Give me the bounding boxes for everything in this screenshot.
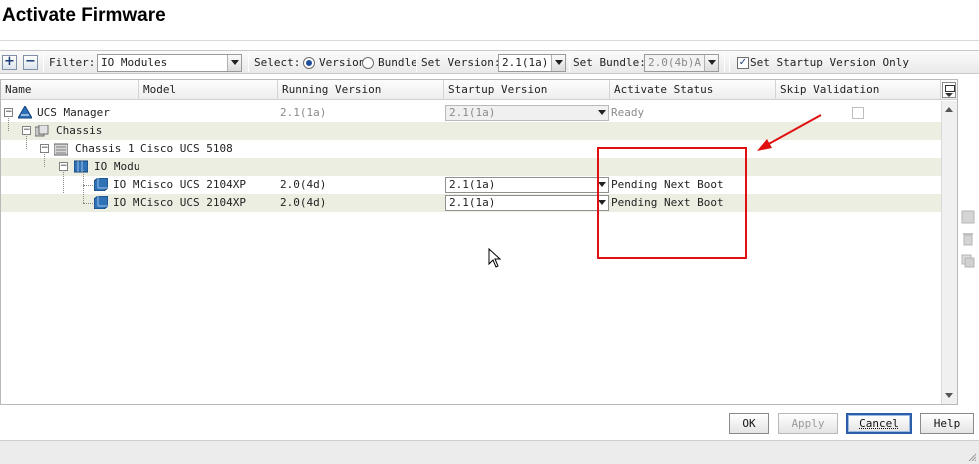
startup-only-label: Set Startup Version Only — [750, 56, 909, 69]
column-header-model[interactable]: Model — [139, 80, 278, 100]
chevron-down-icon — [596, 106, 608, 120]
table-row[interactable]: − IO Modul — [1, 152, 941, 176]
select-label: Select: — [254, 56, 301, 69]
bundle-radio-label: Bundle — [378, 56, 418, 69]
chevron-down-icon — [704, 55, 718, 71]
bundle-radio[interactable] — [362, 57, 374, 69]
tree-connector — [26, 134, 27, 149]
filter-select[interactable]: IO Modules — [97, 54, 242, 72]
apply-button[interactable]: Apply — [778, 413, 838, 434]
tree-connector — [83, 170, 84, 185]
scroll-up-icon[interactable] — [945, 107, 953, 112]
set-version-label: Set Version: — [421, 56, 501, 69]
row-model: Cisco UCS 2104XP — [140, 196, 246, 209]
annotation-arrow-icon — [757, 114, 822, 151]
set-version-value: 2.1(1a) — [502, 56, 549, 69]
resize-grip-icon[interactable] — [967, 452, 977, 462]
tree-connector — [83, 185, 84, 203]
column-header-name[interactable]: Name — [1, 80, 139, 100]
ok-button[interactable]: OK — [729, 413, 769, 434]
startup-only-checkbox[interactable]: ✓ — [737, 57, 749, 69]
row-name: IO M — [113, 196, 139, 209]
cancel-button-label: Cancel — [859, 417, 899, 430]
startup-version-select[interactable]: 2.1(1a) — [445, 177, 609, 193]
mouse-cursor-icon — [488, 248, 502, 268]
table-row[interactable]: IO M Cisco UCS 2104XP 2.0(4d) 2.1(1a) Pe… — [1, 170, 941, 203]
row-running-version: 2.1(1a) — [280, 106, 327, 119]
startup-version-select[interactable]: 2.1(1a) — [445, 195, 609, 211]
table-header: Name Model Running Version Startup Versi… — [1, 80, 957, 100]
filter-value: IO Modules — [101, 56, 168, 69]
toolbar-divider — [416, 54, 417, 72]
help-button[interactable]: Help — [920, 413, 974, 434]
toolbar-divider — [43, 54, 44, 72]
toolbar-divider — [248, 54, 249, 72]
row-running-version: 2.0(4d) — [280, 196, 327, 209]
properties-icon[interactable] — [961, 210, 975, 224]
title-divider — [0, 40, 979, 41]
row-running-version: 2.0(4d) — [280, 178, 327, 191]
table-row[interactable]: IO M Cisco UCS 2104XP 2.0(4d) 2.1(1a) Pe… — [1, 185, 941, 212]
column-header-activate-status[interactable]: Activate Status — [610, 80, 776, 100]
cancel-button[interactable]: Cancel — [846, 413, 912, 434]
chevron-down-icon — [551, 55, 565, 71]
row-name: UCS Manager — [37, 106, 110, 119]
ucs-manager-icon — [18, 106, 32, 119]
set-bundle-select[interactable]: 2.0(4b)A — [644, 54, 719, 72]
tree-connector — [83, 203, 93, 204]
window-title: Activate Firmware — [2, 5, 166, 26]
row-name: Chassis — [56, 124, 103, 137]
chassis-icon — [54, 143, 68, 156]
tree-connector — [44, 152, 45, 167]
skip-validation-checkbox[interactable] — [852, 107, 864, 119]
toolbar-divider — [724, 54, 725, 72]
startup-version-value: 2.1(1a) — [449, 178, 496, 191]
remove-button[interactable]: − — [23, 55, 38, 70]
status-bar — [0, 440, 979, 464]
startup-version-value: 2.1(1a) — [449, 106, 496, 119]
toolbar: + − Filter: IO Modules Select: Version B… — [0, 50, 979, 74]
column-header-running-version[interactable]: Running Version — [278, 80, 444, 100]
io-module-icon — [94, 178, 108, 191]
set-version-select[interactable]: 2.1(1a) — [498, 54, 566, 72]
set-bundle-label: Set Bundle: — [573, 56, 646, 69]
filter-label: Filter: — [49, 56, 96, 69]
column-header-startup-version[interactable]: Startup Version — [444, 80, 610, 100]
tree-connector — [8, 116, 9, 131]
trash-icon[interactable] — [961, 232, 975, 246]
copy-icon[interactable] — [961, 254, 975, 268]
column-chooser-icon[interactable] — [942, 82, 956, 98]
chassis-folder-icon — [35, 125, 49, 137]
io-module-icon — [94, 196, 108, 209]
row-name: IO M — [113, 178, 139, 191]
tree-connector — [83, 185, 93, 186]
set-bundle-value: 2.0(4b)A — [648, 56, 701, 69]
toolbar-divider — [729, 54, 730, 72]
chevron-down-icon — [227, 55, 241, 71]
startup-version-select[interactable]: 2.1(1a) — [445, 105, 609, 121]
annotation-highlight-box — [597, 147, 747, 259]
row-activate-status: Ready — [611, 106, 645, 119]
row-name: IO Modul — [94, 160, 139, 173]
io-module-folder-icon — [74, 160, 88, 173]
toolbar-divider — [569, 54, 570, 72]
add-button[interactable]: + — [2, 55, 17, 70]
scroll-down-icon[interactable] — [945, 393, 953, 398]
row-model: Cisco UCS 2104XP — [140, 178, 246, 191]
row-model: Cisco UCS 5108 — [140, 142, 233, 155]
row-name: Chassis 1 — [75, 142, 135, 155]
column-header-skip-validation[interactable]: Skip Validation — [776, 80, 941, 100]
vertical-scrollbar[interactable] — [941, 101, 957, 404]
version-radio[interactable] — [303, 57, 315, 69]
startup-version-value: 2.1(1a) — [449, 196, 496, 209]
version-radio-label: Version — [319, 56, 366, 69]
